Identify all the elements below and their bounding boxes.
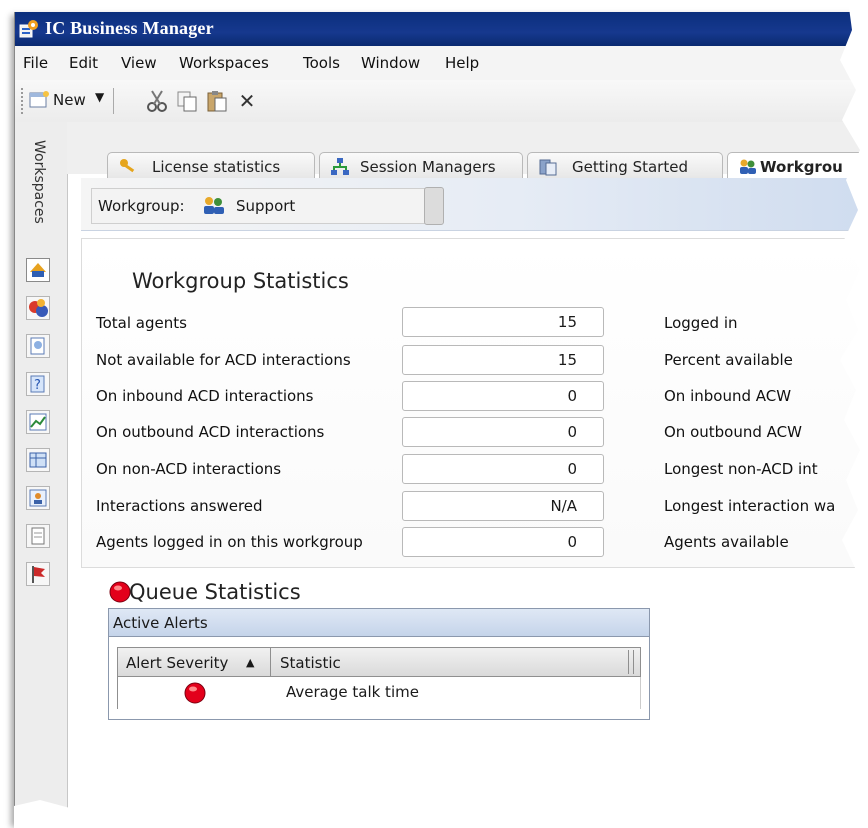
tab-label: Workgrou: [760, 158, 843, 176]
stat-value-field[interactable]: 0: [402, 527, 604, 557]
delete-icon[interactable]: ✕: [235, 88, 259, 114]
menu-window[interactable]: Window: [361, 54, 420, 72]
new-icon[interactable]: [29, 91, 49, 109]
tab-label: Session Managers: [360, 158, 496, 176]
stat-right-label: Longest non-ACD int: [664, 460, 818, 478]
help-icon[interactable]: ?: [26, 372, 50, 396]
document-icon[interactable]: [26, 524, 50, 548]
tab-strip: License statistics Session Managers Gett…: [67, 122, 868, 184]
window-title: IC Business Manager: [45, 18, 214, 38]
flag-icon[interactable]: [26, 562, 50, 586]
chevron-down-icon[interactable]: ▼: [95, 90, 104, 104]
menu-bar: File Edit View Workspaces Tools Window H…: [15, 46, 868, 81]
stat-right-label: Agents available: [664, 533, 789, 551]
title-bar: IC Business Manager: [15, 12, 868, 46]
stat-right-label: On inbound ACW: [664, 387, 792, 405]
key-icon: [120, 159, 135, 173]
app-window: IC Business Manager File Edit View Works…: [14, 12, 868, 824]
workgroup-label: Workgroup:: [98, 197, 185, 215]
toolbar-separator: [113, 88, 114, 114]
menu-edit[interactable]: Edit: [69, 54, 98, 72]
table-row[interactable]: Average talk time: [117, 677, 641, 709]
stat-right-label: Percent available: [664, 351, 793, 369]
column-statistic[interactable]: Statistic: [280, 654, 341, 672]
stat-value-field[interactable]: N/A: [402, 491, 604, 521]
stat-value-field[interactable]: 0: [402, 417, 604, 447]
workgroup-statistics-title: Workgroup Statistics: [132, 269, 349, 293]
workgroup-dropdown-button[interactable]: [424, 187, 444, 225]
active-alerts-title: Active Alerts: [109, 609, 649, 637]
getting-started-icon: [539, 159, 557, 176]
stat-label: Agents logged in on this workgroup: [96, 533, 363, 551]
table-icon[interactable]: [26, 448, 50, 472]
workgroup-statistics-panel: Workgroup Statistics Total agents 15 Log…: [81, 238, 868, 568]
stat-right-label: Longest interaction wa: [664, 497, 836, 515]
stat-right-label: On outbound ACW: [664, 423, 802, 441]
tab-label: Getting Started: [572, 158, 688, 176]
stat-value-field[interactable]: 0: [402, 454, 604, 484]
alerts-grid-header: Alert Severity ▲ Statistic: [117, 647, 641, 677]
stat-label: On non-ACD interactions: [96, 460, 282, 478]
workgroup-users-icon: [740, 159, 756, 174]
stat-value-field[interactable]: 15: [402, 307, 604, 337]
workspaces-sidebar: Workspaces ?: [15, 122, 68, 824]
menu-help[interactable]: Help: [445, 54, 479, 72]
svg-text:?: ?: [34, 378, 41, 393]
copy-icon[interactable]: [175, 88, 199, 114]
column-divider[interactable]: [270, 648, 271, 676]
toolbar-grip[interactable]: [21, 88, 26, 114]
chart-icon[interactable]: [26, 410, 50, 434]
stat-label: Total agents: [96, 314, 187, 332]
red-alert-icon: [184, 682, 206, 704]
schedule-icon[interactable]: [26, 486, 50, 510]
workgroup-selector[interactable]: Workgroup: Support: [91, 187, 444, 225]
sort-ascending-icon[interactable]: ▲: [246, 656, 254, 669]
reports-icon[interactable]: [26, 334, 50, 358]
menu-workspaces[interactable]: Workspaces: [179, 54, 269, 72]
toolbar: New ▼ ✕: [15, 80, 868, 123]
stat-value-field[interactable]: 15: [402, 345, 604, 375]
workgroup-value: Support: [236, 197, 296, 215]
queue-statistics-title: Queue Statistics: [129, 580, 301, 604]
active-alerts-panel: Active Alerts Alert Severity ▲ Statistic…: [108, 608, 650, 720]
app-icon: [19, 20, 38, 38]
menu-tools[interactable]: Tools: [303, 54, 340, 72]
menu-view[interactable]: View: [121, 54, 157, 72]
stat-label: On inbound ACD interactions: [96, 387, 314, 405]
stat-label: On outbound ACD interactions: [96, 423, 325, 441]
paste-icon[interactable]: [205, 88, 229, 114]
red-alert-icon: [109, 581, 131, 603]
tab-label: License statistics: [152, 158, 281, 176]
workgroup-users-icon: [204, 197, 224, 214]
stat-label: Interactions answered: [96, 497, 263, 515]
stat-right-label: Logged in: [664, 314, 738, 332]
alert-statistic: Average talk time: [286, 683, 419, 701]
menu-file[interactable]: File: [23, 54, 48, 72]
stat-value-field[interactable]: 0: [402, 381, 604, 411]
column-end-handle[interactable]: [628, 650, 634, 674]
new-button[interactable]: New: [53, 91, 86, 109]
column-alert-severity[interactable]: Alert Severity: [126, 654, 228, 672]
queue-statistics-section: Queue Statistics Active Alerts Alert Sev…: [81, 568, 868, 824]
workgroup-icon[interactable]: [26, 258, 50, 282]
stat-label: Not available for ACD interactions: [96, 351, 351, 369]
workspaces-label[interactable]: Workspaces: [31, 140, 47, 224]
cut-icon[interactable]: [145, 88, 169, 114]
users-icon[interactable]: [26, 296, 50, 320]
workgroup-header: Workgroup: Support: [81, 178, 868, 231]
network-icon: [331, 158, 349, 175]
